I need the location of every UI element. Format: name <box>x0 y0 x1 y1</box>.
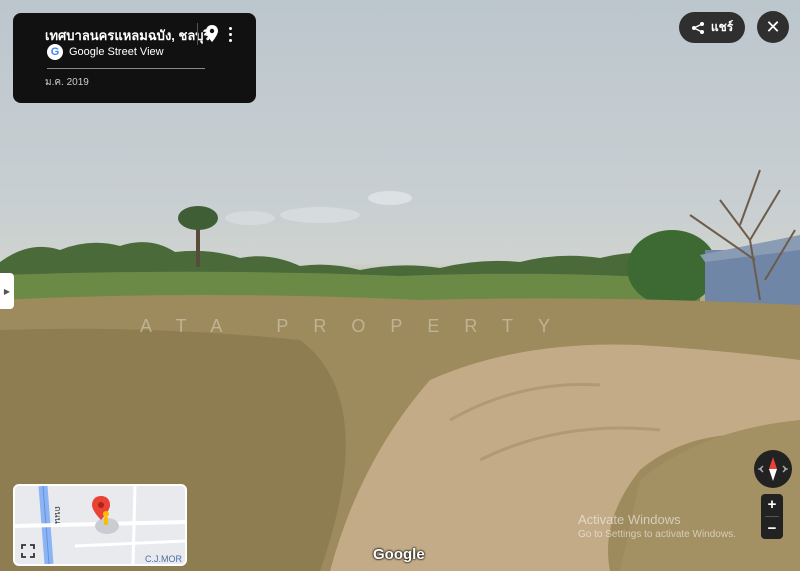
property-watermark: ATA PROPERTY <box>140 316 576 336</box>
side-panel-toggle[interactable]: ▶ <box>0 273 14 309</box>
zoom-control: + − <box>761 494 783 539</box>
zoom-divider <box>765 515 779 517</box>
activate-title: Activate Windows <box>578 512 681 527</box>
info-divider <box>47 68 205 69</box>
info-separator <box>197 23 198 45</box>
capture-date[interactable]: ม.ค. 2019 <box>45 75 89 90</box>
minimap[interactable]: ถนน C.J.MOR <box>13 484 187 566</box>
chevron-right-icon: ▶ <box>3 286 11 296</box>
minimap-road-label: ถนน <box>53 506 63 524</box>
service-attribution[interactable]: G Google Street View <box>47 44 164 60</box>
zoom-out-button[interactable]: − <box>768 520 777 537</box>
google-wordmark: Google <box>373 546 425 563</box>
location-info-card: เทศบาลนครแหลมฉบัง, ชลบุรี G Google Stree… <box>13 13 256 103</box>
share-button[interactable]: แชร์ <box>679 12 745 43</box>
more-vert-icon[interactable] <box>225 25 235 43</box>
compass-icon <box>758 457 788 481</box>
close-icon: ✕ <box>765 16 781 37</box>
activate-windows-watermark: Activate Windows Go to Settings to activ… <box>578 512 736 540</box>
zoom-in-button[interactable]: + <box>768 496 777 513</box>
activate-subtitle: Go to Settings to activate Windows. <box>578 529 736 540</box>
share-label: แชร์ <box>710 20 734 34</box>
location-pin-icon[interactable] <box>203 24 221 44</box>
google-logo-icon: G <box>47 44 63 60</box>
service-label: Google Street View <box>69 46 164 58</box>
fullscreen-icon[interactable] <box>21 544 35 558</box>
close-button[interactable]: ✕ <box>757 11 789 43</box>
location-title: เทศบาลนครแหลมฉบัง, ชลบุรี <box>45 28 211 43</box>
compass-button[interactable] <box>754 450 792 488</box>
minimap-graphic <box>15 486 185 564</box>
share-icon <box>691 21 704 34</box>
minimap-place-label: C.J.MOR <box>145 554 182 564</box>
